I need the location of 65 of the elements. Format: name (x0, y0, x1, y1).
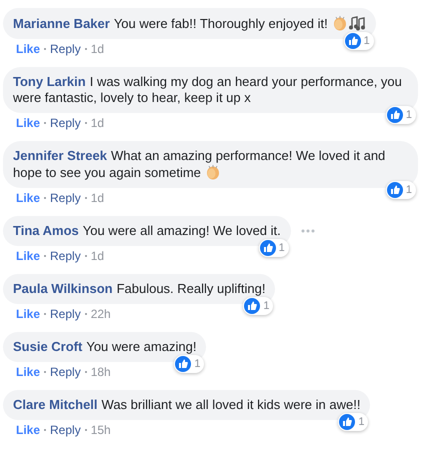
like-link[interactable]: Like (16, 364, 40, 380)
separator-dot-icon (44, 313, 46, 315)
like-link[interactable]: Like (16, 41, 40, 57)
reaction-count: 1 (364, 34, 370, 49)
separator-dot-icon (84, 122, 87, 124)
comment-text: Jennifer Streek What an amazing performance! We loved it and hope to see you again sometime (13, 148, 386, 181)
author-name[interactable]: Susie Croft (13, 339, 82, 354)
like-link[interactable]: Like (16, 190, 40, 206)
reaction-count: 1 (358, 415, 364, 430)
comment-text: Susie Croft You were amazing! (13, 339, 196, 355)
separator-dot-icon (44, 429, 46, 431)
thumbs-up-icon (244, 298, 260, 314)
reaction-count: 1 (406, 183, 412, 198)
reaction-count: 1 (263, 299, 270, 314)
reply-link[interactable]: Reply (50, 364, 81, 380)
comment-text: Marianne Baker You were fab!! Thoroughly enjoyed it! (13, 15, 366, 32)
comment-time: 1d (90, 248, 104, 264)
comment-text: Tony Larkin I was walking my dog an heard your performance, you were fantastic, lovely to hear, keep it up x (13, 74, 403, 106)
reply-link[interactable]: Reply (50, 115, 81, 131)
comment-time: 18h (90, 364, 111, 380)
thumbs-up-icon (175, 356, 192, 372)
author-name[interactable]: Tony Larkin (13, 74, 86, 89)
comment-time: 1d (90, 115, 104, 131)
comment-time: 22h (90, 306, 111, 322)
separator-dot-icon (84, 48, 87, 50)
reply-link[interactable]: Reply (50, 190, 81, 206)
music-notes-icon (348, 15, 366, 31)
separator-dot-icon (44, 255, 46, 257)
reaction-count: 1 (406, 108, 412, 123)
like-link[interactable]: Like (16, 115, 40, 131)
separator-dot-icon (84, 197, 87, 199)
more-options-icon[interactable] (300, 229, 315, 233)
reply-link[interactable]: Reply (50, 248, 81, 264)
reply-link[interactable]: Reply (50, 422, 81, 438)
comment-time: 1d (90, 190, 104, 206)
reaction-count: 1 (194, 357, 200, 372)
like-link[interactable]: Like (16, 248, 40, 264)
separator-dot-icon (44, 371, 46, 373)
comment-text: Paula Wilkinson Fabulous. Really uplifting! (13, 281, 266, 297)
comment-text: Tina Amos You were all amazing! We loved it. (13, 223, 281, 239)
author-name[interactable]: Clare Mitchell (13, 397, 98, 412)
thumbs-up-icon (339, 414, 356, 430)
comment-text: Clare Mitchell Was brilliant we all loved it kids were in awe!! (13, 397, 360, 413)
separator-dot-icon (84, 255, 87, 257)
like-link[interactable]: Like (16, 422, 40, 438)
separator-dot-icon (44, 122, 46, 124)
reply-link[interactable]: Reply (50, 306, 81, 322)
like-link[interactable]: Like (16, 306, 40, 322)
separator-dot-icon (84, 429, 87, 431)
thumbs-up-icon (386, 182, 403, 198)
thumbs-up-icon (386, 107, 403, 123)
comment-time: 1d (90, 41, 104, 57)
thumbs-up-icon (344, 33, 361, 49)
author-name[interactable]: Jennifer Streek (13, 148, 107, 163)
author-name[interactable]: Marianne Baker (13, 16, 110, 31)
comment-time: 15h (90, 422, 111, 438)
reaction-count: 1 (278, 241, 285, 256)
author-name[interactable]: Tina Amos (13, 223, 79, 238)
reply-link[interactable]: Reply (50, 41, 81, 57)
separator-dot-icon (84, 313, 87, 315)
separator-dot-icon (44, 197, 46, 199)
separator-dot-icon (44, 48, 46, 50)
separator-dot-icon (84, 371, 87, 373)
author-name[interactable]: Paula Wilkinson (13, 281, 113, 296)
thumbs-up-icon (260, 240, 276, 256)
